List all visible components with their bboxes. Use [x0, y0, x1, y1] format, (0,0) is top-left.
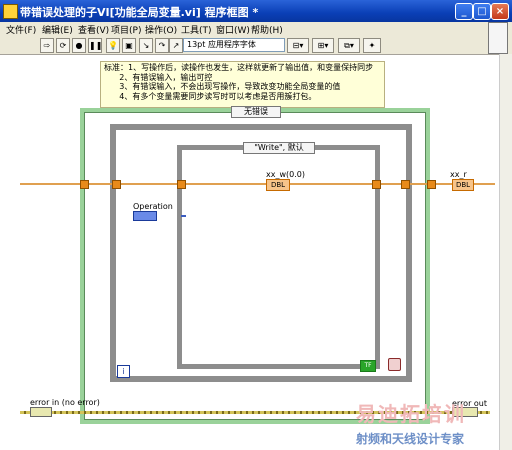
- step-out-icon[interactable]: ↗: [169, 38, 183, 53]
- menu-window[interactable]: 窗口(W): [216, 23, 250, 36]
- outer-case-tunnel-right[interactable]: [427, 180, 436, 189]
- operation-label: Operation: [133, 202, 173, 211]
- error-in-label: error in (no error): [30, 398, 100, 407]
- pause-icon[interactable]: ❚❚: [88, 38, 102, 53]
- numeric-wire[interactable]: [20, 183, 495, 185]
- case-tunnel-right[interactable]: [372, 180, 381, 189]
- minimize-button[interactable]: _: [455, 3, 473, 20]
- xx-r-label: xx_r: [450, 170, 467, 179]
- case-tunnel-left[interactable]: [177, 180, 186, 189]
- error-in-control[interactable]: [30, 407, 52, 417]
- true-constant[interactable]: TF: [360, 360, 376, 372]
- menu-help[interactable]: 帮助(H): [251, 23, 283, 36]
- menu-file[interactable]: 文件(F): [6, 23, 36, 36]
- loop-iteration-terminal[interactable]: i: [117, 365, 130, 378]
- menu-operate[interactable]: 操作(O): [145, 23, 177, 36]
- step-over-icon[interactable]: ↷: [155, 38, 169, 53]
- watermark-title: 易迪拓培训: [356, 402, 466, 426]
- window-title: 带错误处理的子VI[功能全局变量.vi] 程序框图 *: [20, 6, 259, 19]
- font-selector[interactable]: 13pt 应用程序字体: [183, 38, 285, 52]
- menu-project[interactable]: 项目(P): [111, 23, 141, 36]
- operation-enum-control[interactable]: [133, 211, 157, 221]
- outer-case-selector[interactable]: 无错误: [231, 106, 281, 118]
- shift-register-right[interactable]: [401, 180, 410, 189]
- retain-wire-values-icon[interactable]: ▣: [122, 38, 136, 53]
- menu-bar: 文件(F) 编辑(E) 查看(V) 项目(P) 操作(O) 工具(T) 窗口(W…: [0, 22, 512, 37]
- xx-w-local-variable[interactable]: DBL: [266, 179, 290, 191]
- watermark-subtitle: 射频和天线设计专家: [356, 432, 465, 446]
- abort-icon[interactable]: ●: [72, 38, 86, 53]
- outer-case-tunnel-left[interactable]: [80, 180, 89, 189]
- close-button[interactable]: ×: [491, 3, 509, 20]
- xx-r-indicator[interactable]: DBL: [452, 179, 474, 191]
- cleanup-diagram-icon[interactable]: ✦: [363, 38, 381, 53]
- vi-icon: [3, 4, 18, 19]
- title-bar: 带错误处理的子VI[功能全局变量.vi] 程序框图 * _ □ ×: [0, 0, 512, 22]
- shift-register-left[interactable]: [112, 180, 121, 189]
- reorder-icon[interactable]: ⧉▾: [338, 38, 360, 53]
- vertical-scrollbar[interactable]: [499, 54, 512, 450]
- comment-note[interactable]: 标准：1、写操作后，读操作也发生，这样就更新了输出值，和变量保持同步 2、有错误…: [100, 61, 385, 108]
- vi-connector-icon[interactable]: [488, 22, 508, 54]
- enum-wire[interactable]: [181, 215, 186, 217]
- step-into-icon[interactable]: ↘: [139, 38, 153, 53]
- run-continuously-icon[interactable]: ⟳: [56, 38, 70, 53]
- stop-condition-icon[interactable]: [388, 358, 401, 371]
- highlight-execution-icon[interactable]: 💡: [106, 38, 120, 53]
- menu-tools[interactable]: 工具(T): [181, 23, 212, 36]
- maximize-button[interactable]: □: [473, 3, 491, 20]
- menu-edit[interactable]: 编辑(E): [42, 23, 73, 36]
- distribute-objects-icon[interactable]: ⊞▾: [312, 38, 334, 53]
- menu-view[interactable]: 查看(V): [78, 23, 109, 36]
- xx-w-label: xx_w(0.0): [266, 170, 305, 179]
- run-arrow-icon[interactable]: ⇨: [40, 38, 54, 53]
- inner-case-selector[interactable]: "Write", 默认: [243, 142, 315, 154]
- toolbar: ⇨ ⟳ ● ❚❚ 💡 ▣ ↘ ↷ ↗ 13pt 应用程序字体 ⊟▾ ⊞▾ ⧉▾ …: [0, 36, 512, 55]
- align-objects-icon[interactable]: ⊟▾: [287, 38, 309, 53]
